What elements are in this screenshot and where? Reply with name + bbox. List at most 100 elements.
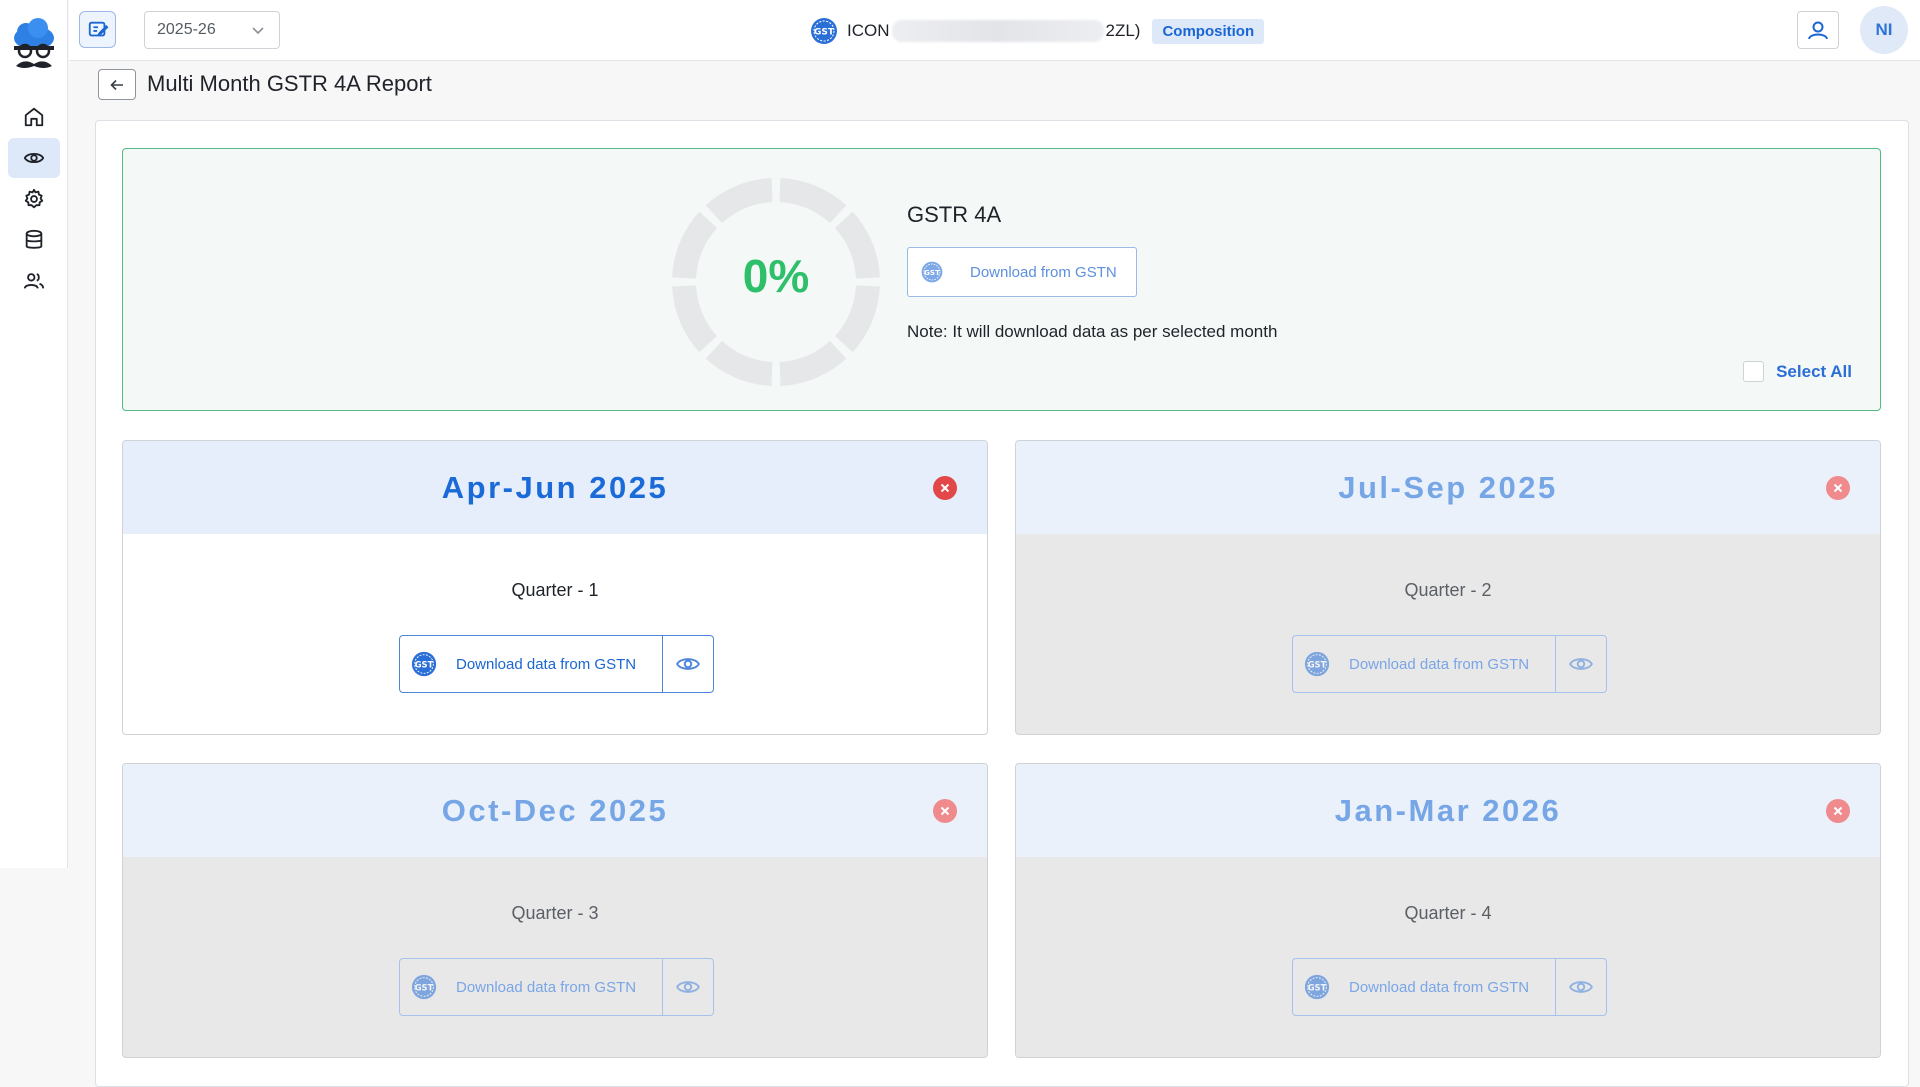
svg-text:GST: GST [924,268,940,277]
quarter-label: Quarter - 2 [1404,580,1492,600]
select-all-checkbox[interactable] [1743,361,1765,382]
gst-logo-icon: GST [1304,974,1330,1000]
top-bar: 2025-26 GST ICON 2ZL) Composition NI [69,0,1920,61]
svg-text:GST: GST [1308,982,1327,992]
avatar[interactable]: NI [1860,6,1908,54]
company-info: GST ICON 2ZL) Composition [809,16,1265,46]
quarter-label: Quarter - 3 [511,903,599,923]
eye-icon [676,981,700,993]
view-data-button[interactable] [663,636,713,692]
progress-ring-segment [779,178,847,224]
svg-text:GST: GST [1308,659,1327,669]
download-data-from-gstn-button[interactable]: GST Download data from GSTN [400,636,663,692]
close-icon [1833,806,1843,816]
arrow-left-icon [110,79,123,90]
progress-ring-segment [779,340,847,386]
financial-year-value: 2025-26 [157,21,216,38]
edit-report-button[interactable] [79,11,116,48]
download-data-from-gstn-button[interactable]: GST Download data from GSTN [400,959,663,1015]
quarter-card-4: Jan-Mar 2026 Quarter - 4 GST Download da… [1015,763,1881,1058]
sidebar-item-users[interactable] [8,261,60,301]
remove-quarter-button[interactable] [933,799,957,823]
sidebar-item-settings[interactable] [8,179,60,219]
remove-quarter-button[interactable] [1826,799,1850,823]
quarter-card-3: Oct-Dec 2025 Quarter - 3 GST Download da… [122,763,988,1058]
quarter-card-header: Jul-Sep 2025 [1016,441,1880,534]
summary-title: GSTR 4A [907,202,1002,227]
eye-icon [1569,981,1593,993]
quarter-period-title: Oct-Dec 2025 [441,792,669,828]
close-icon [1833,483,1843,493]
eye-icon [1569,658,1593,670]
close-icon [940,483,950,493]
eye-icon [676,658,700,670]
quarter-actions: GST Download data from GSTN [399,958,714,1016]
gst-logo-icon: GST [411,974,437,1000]
select-all-toggle[interactable]: Select All [1743,361,1852,382]
remove-quarter-button[interactable] [933,476,957,500]
users-icon [23,273,45,289]
gear-icon [24,188,44,209]
svg-text:GST: GST [415,659,434,669]
remove-quarter-button[interactable] [1826,476,1850,500]
download-data-label: Download data from GSTN [1349,978,1530,996]
download-from-gstn-button[interactable]: GST Download from GSTN [907,247,1137,297]
quarter-card-header: Oct-Dec 2025 [123,764,987,857]
quarter-card-body: Quarter - 3 GST Download data from GSTN [123,857,987,1057]
download-from-gstn-label: Download from GSTN [970,263,1117,281]
quarter-label: Quarter - 4 [1404,903,1492,923]
gst-logo-icon: GST [921,261,943,283]
back-button[interactable] [98,69,136,100]
svg-text:GST: GST [415,982,434,992]
user-icon [1808,21,1828,40]
download-data-label: Download data from GSTN [456,978,637,996]
user-profile-button[interactable] [1797,11,1839,49]
financial-year-select[interactable]: 2025-26 [144,11,280,49]
company-name: ICON 2ZL) [847,20,1140,42]
progress-ring-segment [705,340,773,386]
edit-document-icon [88,21,108,36]
company-type-badge: Composition [1152,18,1265,44]
download-data-label: Download data from GSTN [1349,655,1530,673]
quarter-card-body: Quarter - 1 GST Download data from GSTN [123,534,987,734]
sidebar [0,0,68,868]
gst-logo-icon: GST [411,651,437,677]
select-all-label: Select All [1776,361,1852,381]
quarter-period-title: Jan-Mar 2026 [1334,792,1562,828]
sidebar-item-database[interactable] [8,220,60,260]
quarter-card-header: Jan-Mar 2026 [1016,764,1880,857]
app-logo-icon[interactable] [10,18,58,78]
chevron-down-icon [252,27,264,35]
progress-ring-segment [705,178,773,224]
summary-panel: 0% GSTR 4A GST Download from GSTN Note: … [122,148,1881,411]
quarter-label: Quarter - 1 [511,580,599,600]
download-data-from-gstn-button[interactable]: GST Download data from GSTN [1293,959,1556,1015]
company-name-prefix: ICON [847,21,890,40]
quarter-actions: GST Download data from GSTN [1292,635,1607,693]
home-icon [24,107,44,127]
company-name-suffix: 2ZL) [1105,21,1141,40]
gst-logo-icon: GST [811,18,837,44]
quarter-actions: GST Download data from GSTN [399,635,714,693]
quarter-card-2: Jul-Sep 2025 Quarter - 2 GST Download da… [1015,440,1881,735]
view-data-button[interactable] [663,959,713,1015]
svg-text:GST: GST [814,28,835,38]
download-data-label: Download data from GSTN [456,655,637,673]
download-note: Note: It will download data as per selec… [907,322,1278,341]
quarter-card-body: Quarter - 4 GST Download data from GSTN [1016,857,1880,1057]
view-data-button[interactable] [1556,636,1606,692]
database-icon [25,229,43,249]
sidebar-item-home[interactable] [8,97,60,137]
sidebar-item-view[interactable] [8,138,60,178]
quarter-actions: GST Download data from GSTN [1292,958,1607,1016]
view-data-button[interactable] [1556,959,1606,1015]
quarter-card-body: Quarter - 2 GST Download data from GSTN [1016,534,1880,734]
quarter-card-1: Apr-Jun 2025 Quarter - 1 GST Download da… [122,440,988,735]
quarter-card-header: Apr-Jun 2025 [123,441,987,534]
quarter-period-title: Jul-Sep 2025 [1338,469,1558,505]
page-title: Multi Month GSTR 4A Report [147,71,432,96]
eye-icon [23,152,45,164]
gst-logo-icon: GST [1304,651,1330,677]
download-data-from-gstn-button[interactable]: GST Download data from GSTN [1293,636,1556,692]
quarter-period-title: Apr-Jun 2025 [441,469,669,505]
